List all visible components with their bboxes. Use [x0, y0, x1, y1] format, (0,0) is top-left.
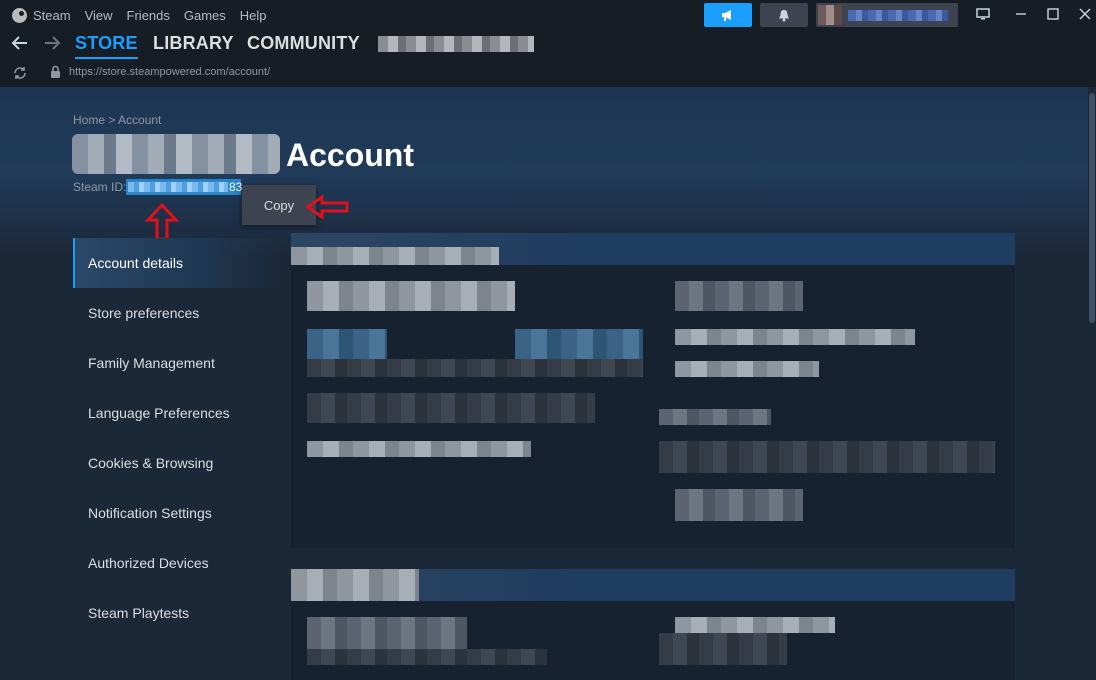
sidebar-item-notification-settings[interactable]: Notification Settings — [73, 488, 283, 538]
redacted-text — [307, 359, 643, 377]
close-icon — [1079, 8, 1091, 20]
sidebar-item-family-management[interactable]: Family Management — [73, 338, 283, 388]
steam-id-suffix: 83 — [229, 180, 243, 194]
redacted-link[interactable] — [515, 329, 643, 359]
forward-arrow-icon[interactable] — [43, 34, 61, 52]
redacted-text — [675, 361, 819, 377]
profile-name-redacted — [848, 10, 948, 21]
annotation-arrow-up-icon — [145, 203, 179, 241]
scrollbar-thumb[interactable] — [1089, 93, 1095, 323]
menu-friends[interactable]: Friends — [127, 8, 170, 23]
notifications-button[interactable] — [760, 3, 808, 27]
account-sidebar: Account details Store preferences Family… — [73, 238, 283, 638]
panel-header-redacted — [291, 233, 1015, 265]
maximize-button[interactable] — [1038, 4, 1068, 24]
panel-title-redacted — [291, 247, 499, 265]
back-arrow-icon[interactable] — [11, 34, 29, 52]
scrollbar[interactable] — [1088, 87, 1096, 680]
redacted-text — [307, 649, 547, 665]
avatar — [818, 5, 842, 25]
steam-id-redacted — [128, 182, 228, 192]
maximize-icon — [1047, 8, 1059, 20]
redacted-link[interactable] — [307, 329, 387, 359]
bell-icon — [779, 9, 789, 21]
menu-bar: Steam View Friends Games Help — [12, 0, 281, 30]
menu-view[interactable]: View — [85, 8, 113, 23]
profile-button[interactable] — [816, 3, 958, 27]
context-menu-copy[interactable]: Copy — [242, 185, 316, 225]
url-text[interactable]: https://store.steampowered.com/account/ — [69, 66, 270, 78]
redacted-text — [675, 281, 803, 311]
sidebar-item-steam-playtests[interactable]: Steam Playtests — [73, 588, 283, 638]
tab-store[interactable]: STORE — [75, 33, 138, 59]
menu-help[interactable]: Help — [240, 8, 267, 23]
breadcrumb[interactable]: Home > Account — [73, 113, 161, 127]
minimize-button[interactable] — [1006, 4, 1036, 24]
announcements-button[interactable] — [704, 3, 752, 27]
account-secondary-panel — [291, 569, 1015, 680]
page-title: Account — [286, 137, 414, 173]
sidebar-item-cookies-browsing[interactable]: Cookies & Browsing — [73, 438, 283, 488]
steam-logo-icon[interactable] — [12, 7, 27, 23]
redacted-text — [659, 409, 771, 425]
tab-community[interactable]: COMMUNITY — [247, 33, 360, 54]
redacted-text — [659, 441, 995, 473]
redacted-text — [307, 281, 515, 311]
lock-icon — [51, 65, 60, 78]
sidebar-item-account-details[interactable]: Account details — [73, 238, 283, 288]
redacted-text — [675, 489, 803, 521]
tab-library[interactable]: LIBRARY — [153, 33, 234, 54]
redacted-text — [659, 633, 787, 665]
redacted-text — [307, 393, 595, 423]
redacted-text — [675, 617, 835, 633]
panel-title-redacted — [291, 569, 419, 601]
steam-id-value-selected[interactable]: 83 — [126, 179, 243, 195]
close-button[interactable] — [1070, 4, 1096, 24]
steam-id-label: Steam ID: — [73, 180, 127, 194]
big-picture-button[interactable] — [968, 4, 998, 24]
sidebar-item-store-preferences[interactable]: Store preferences — [73, 288, 283, 338]
annotation-arrow-left-icon — [306, 195, 349, 219]
panel-header-redacted — [291, 569, 1015, 601]
reload-icon[interactable] — [12, 66, 28, 80]
redacted-text — [675, 329, 915, 345]
tab-username-redacted[interactable] — [378, 36, 534, 52]
nav-bar: STORE LIBRARY COMMUNITY — [0, 30, 1096, 60]
sidebar-item-language-preferences[interactable]: Language Preferences — [73, 388, 283, 438]
sidebar-item-authorized-devices[interactable]: Authorized Devices — [73, 538, 283, 588]
menu-games[interactable]: Games — [184, 8, 226, 23]
url-bar: https://store.steampowered.com/account/ — [0, 60, 1096, 86]
redacted-text — [307, 441, 531, 457]
account-name-redacted — [72, 134, 280, 174]
account-details-panel — [291, 233, 1015, 548]
title-bar: Steam View Friends Games Help — [0, 0, 1096, 30]
menu-steam[interactable]: Steam — [33, 8, 71, 23]
minimize-icon — [1016, 13, 1026, 15]
megaphone-icon — [722, 10, 731, 21]
monitor-icon — [976, 8, 990, 20]
